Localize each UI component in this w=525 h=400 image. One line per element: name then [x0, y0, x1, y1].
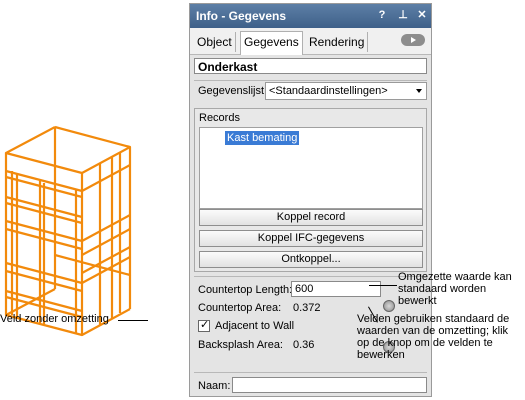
- countertop-area-label: Countertop Area:: [198, 302, 282, 314]
- records-label: Records: [199, 112, 240, 124]
- palette-title: Info - Gegevens: [196, 9, 287, 23]
- name-label: Naam:: [198, 380, 231, 392]
- palette-tabs: Object Gegevens Rendering: [190, 28, 431, 55]
- backsplash-area-label: Backsplash Area:: [198, 339, 283, 351]
- record-list-select[interactable]: <Standaardinstellingen>: [265, 82, 427, 100]
- divider: [194, 80, 427, 81]
- countertop-area-value: 0.372: [293, 302, 321, 314]
- link-record-button[interactable]: Koppel record: [199, 209, 423, 226]
- annotation-left-leader: [118, 320, 148, 321]
- pin-icon[interactable]: ⊥: [397, 9, 409, 22]
- annotation-right-top: Omgezette waarde kan standaard worden be…: [398, 271, 512, 307]
- tab-object[interactable]: Object: [194, 32, 236, 52]
- tab-rendering[interactable]: Rendering: [306, 32, 369, 52]
- adjacent-to-wall-checkbox[interactable]: [198, 318, 210, 332]
- countertop-length-label: Countertop Length:: [198, 284, 293, 296]
- record-list-value: <Standaardinstellingen>: [269, 85, 388, 97]
- name-input[interactable]: [232, 377, 427, 393]
- object-type-name: Onderkast: [194, 58, 427, 74]
- reset-icon[interactable]: [383, 300, 395, 312]
- backsplash-area-value: 0.36: [293, 339, 315, 351]
- annotation-left: Veld zonder omzetting: [0, 313, 109, 325]
- close-icon[interactable]: ✕: [416, 9, 428, 22]
- palette-titlebar[interactable]: Info - Gegevens ? ⊥ ✕: [190, 4, 431, 28]
- adjacent-to-wall-label: Adjacent to Wall: [215, 320, 295, 332]
- tab-scroll-arrow-icon[interactable]: [401, 34, 425, 46]
- divider: [194, 372, 427, 373]
- unlink-button[interactable]: Ontkoppel...: [199, 251, 423, 268]
- link-ifc-button[interactable]: Koppel IFC-gegevens: [199, 230, 423, 247]
- countertop-length-input[interactable]: 600: [291, 281, 381, 297]
- dropdown-arrow-icon: [416, 89, 422, 93]
- records-list[interactable]: Kast bemating: [199, 127, 423, 209]
- help-icon[interactable]: ?: [376, 9, 388, 22]
- tab-gegevens[interactable]: Gegevens: [240, 31, 303, 55]
- record-list-label: Gegevenslijst:: [198, 85, 268, 97]
- annotation-right-bottom: Velden gebruiken standaard de waarden va…: [357, 313, 510, 361]
- divider: [194, 276, 427, 277]
- annotation-right-top-leader: [369, 285, 397, 286]
- list-item[interactable]: Kast bemating: [225, 131, 300, 145]
- cabinet-wireframe-illustration: [4, 125, 132, 337]
